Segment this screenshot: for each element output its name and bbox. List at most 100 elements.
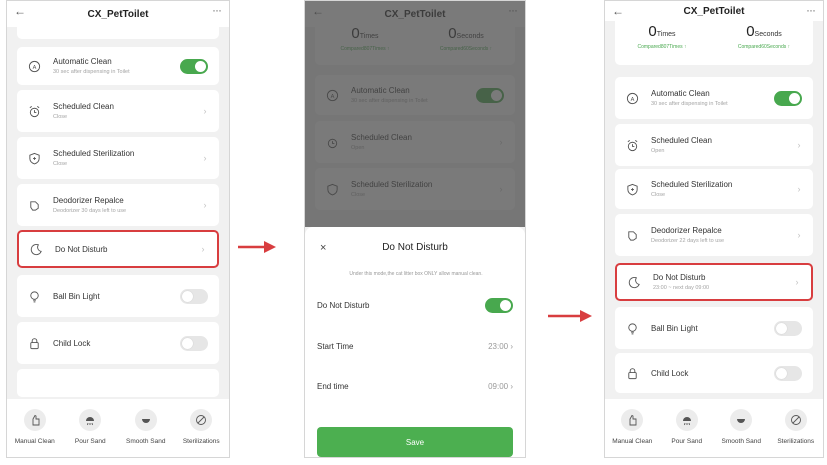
pour-sand-label: Pour Sand [671, 438, 703, 445]
automatic-clean-desc: 30 sec after dispensing in Toilet [651, 101, 728, 107]
end-time-row[interactable]: End time 09:00 › [317, 376, 513, 396]
ball-bin-light-label: Ball Bin Light [651, 323, 698, 333]
deodorizer-replace-status: Deodorizer 22 days left to use [651, 238, 725, 244]
sterilization-button[interactable]: Sterilizations [769, 409, 823, 445]
deodorizer-replace-status: Deodorizer 30 days left to use [53, 208, 127, 214]
app-title: CX_PetToilet [87, 8, 149, 20]
deodorizer-replace-row[interactable]: Deodorizer Repalce Deodorizer 30 days lef… [17, 184, 219, 226]
bottom-action-bar: Manual Clean Pour Sand Smooth Sand Steri… [605, 399, 823, 457]
sterilization-button[interactable]: Sterilizations [174, 409, 228, 445]
empty-card [17, 369, 219, 397]
shield-icon [625, 182, 639, 196]
sheet-description: Under this mode,the cat litter box ONLY … [349, 271, 483, 277]
automatic-clean-row: A Automatic Clean 30 sec after dispensing… [17, 47, 219, 85]
smooth-sand-button[interactable]: Smooth Sand [714, 409, 768, 445]
child-lock-label: Child Lock [651, 368, 689, 378]
pour-sand-button[interactable]: Pour Sand [63, 409, 117, 445]
do-not-disturb-schedule: 23:00 ~ next day 09:00 [653, 285, 710, 291]
back-arrow-icon[interactable]: ← [14, 4, 26, 18]
scheduled-clean-row[interactable]: Scheduled Clean Open › [615, 124, 813, 166]
times-unit: Times [656, 31, 676, 38]
end-time-value: 09:00 [488, 381, 509, 391]
dnd-label: Do Not Disturb [317, 300, 370, 310]
light-bulb-icon [625, 321, 639, 335]
seconds-value: 0 [746, 23, 755, 40]
deodorizer-replace-label: Deodorizer Repalce [651, 226, 722, 235]
smooth-sand-icon [730, 409, 753, 431]
modal-backdrop[interactable] [305, 1, 525, 227]
start-time-row[interactable]: Start Time 23:00 › [317, 336, 513, 356]
automatic-clean-toggle[interactable] [774, 90, 802, 106]
top-bar: ← CX_PetToilet ··· [7, 1, 229, 27]
status-card [17, 27, 219, 39]
dnd-toggle[interactable] [485, 297, 513, 313]
scheduled-clean-row[interactable]: Scheduled Clean Close › [17, 90, 219, 132]
smooth-sand-label: Smooth Sand [721, 438, 761, 445]
alarm-clock-icon [27, 104, 41, 118]
deodorizer-replace-row[interactable]: Deodorizer Repalce Deodorizer 22 days lef… [615, 214, 813, 256]
arrow-right-icon [548, 310, 592, 322]
scheduled-sterilization-row[interactable]: Scheduled Sterilization Close › [17, 137, 219, 179]
child-lock-toggle[interactable] [180, 335, 208, 351]
ball-bin-light-toggle[interactable] [774, 320, 802, 336]
chevron-right-icon: › [203, 153, 207, 163]
seconds-compare: Compared60Seconds [737, 44, 787, 50]
do-not-disturb-sheet: × Do Not Disturb Under this mode,the cat… [305, 227, 525, 457]
deodorizer-replace-label: Deodorizer Repalce [53, 196, 124, 205]
back-arrow-icon[interactable]: ← [612, 4, 624, 18]
automatic-clean-icon: A [27, 59, 41, 73]
scheduled-clean-status: Close [53, 114, 68, 120]
scheduled-sterilization-status: Close [53, 161, 68, 167]
manual-clean-label: Manual Clean [14, 438, 55, 445]
lock-icon [27, 336, 41, 350]
child-lock-label: Child Lock [53, 338, 91, 348]
child-lock-row: Child Lock [615, 353, 813, 393]
svg-text:A: A [32, 64, 36, 70]
deodorizer-icon [625, 228, 639, 242]
smooth-sand-button[interactable]: Smooth Sand [119, 409, 173, 445]
pour-sand-button[interactable]: Pour Sand [660, 409, 714, 445]
moon-icon [29, 242, 43, 256]
light-bulb-icon [27, 289, 41, 303]
phone-screen-before: ← CX_PetToilet ··· A Automatic Clean 30 s… [6, 0, 230, 458]
top-bar: ← CX_PetToilet ··· [605, 1, 823, 21]
automatic-clean-toggle[interactable] [180, 58, 208, 74]
child-lock-toggle[interactable] [774, 365, 802, 381]
do-not-disturb-row[interactable]: Do Not Disturb › [17, 230, 219, 268]
manual-clean-button[interactable]: Manual Clean [605, 409, 659, 445]
times-value: 0 [648, 23, 657, 40]
more-options-icon[interactable]: ··· [806, 3, 816, 17]
automatic-clean-desc: 30 sec after dispensing in Toilet [53, 69, 130, 75]
pour-sand-icon [79, 409, 102, 431]
more-options-icon[interactable]: ··· [212, 3, 222, 17]
chevron-right-icon: › [201, 244, 205, 254]
alarm-clock-icon [625, 138, 639, 152]
automatic-clean-label: Automatic Clean [53, 57, 112, 66]
chevron-right-icon: › [795, 277, 799, 287]
start-time-value: 23:00 [488, 341, 509, 351]
seconds-stat: 0Seconds Compared60Seconds ↑ [737, 23, 791, 50]
do-not-disturb-label: Do Not Disturb [653, 273, 706, 282]
manual-clean-label: Manual Clean [612, 438, 653, 445]
scheduled-sterilization-row[interactable]: Scheduled Sterilization Close › [615, 169, 813, 209]
ball-bin-light-label: Ball Bin Light [53, 291, 100, 301]
manual-clean-button[interactable]: Manual Clean [8, 409, 62, 445]
save-button[interactable]: Save [317, 427, 513, 457]
pour-sand-label: Pour Sand [74, 438, 106, 445]
sterilization-icon [784, 409, 807, 431]
automatic-clean-icon: A [625, 91, 639, 105]
scheduled-sterilization-label: Scheduled Sterilization [651, 180, 733, 189]
ball-bin-light-toggle[interactable] [180, 288, 208, 304]
do-not-disturb-row[interactable]: Do Not Disturb 23:00 ~ next day 09:00 › [615, 263, 813, 301]
sterilization-label: Sterilizations [777, 438, 815, 445]
ball-bin-light-row: Ball Bin Light [17, 275, 219, 317]
scheduled-clean-status: Open [651, 148, 665, 154]
dnd-toggle-row: Do Not Disturb [317, 295, 513, 315]
manual-clean-icon [621, 409, 644, 431]
shield-icon [27, 151, 41, 165]
pour-sand-icon [675, 409, 698, 431]
usage-stats-card: 0Times Compared807Times ↑ 0Seconds Compa… [615, 19, 813, 65]
scheduled-sterilization-status: Close [651, 192, 666, 198]
end-time-label: End time [317, 381, 349, 391]
chevron-right-icon: › [203, 200, 207, 210]
